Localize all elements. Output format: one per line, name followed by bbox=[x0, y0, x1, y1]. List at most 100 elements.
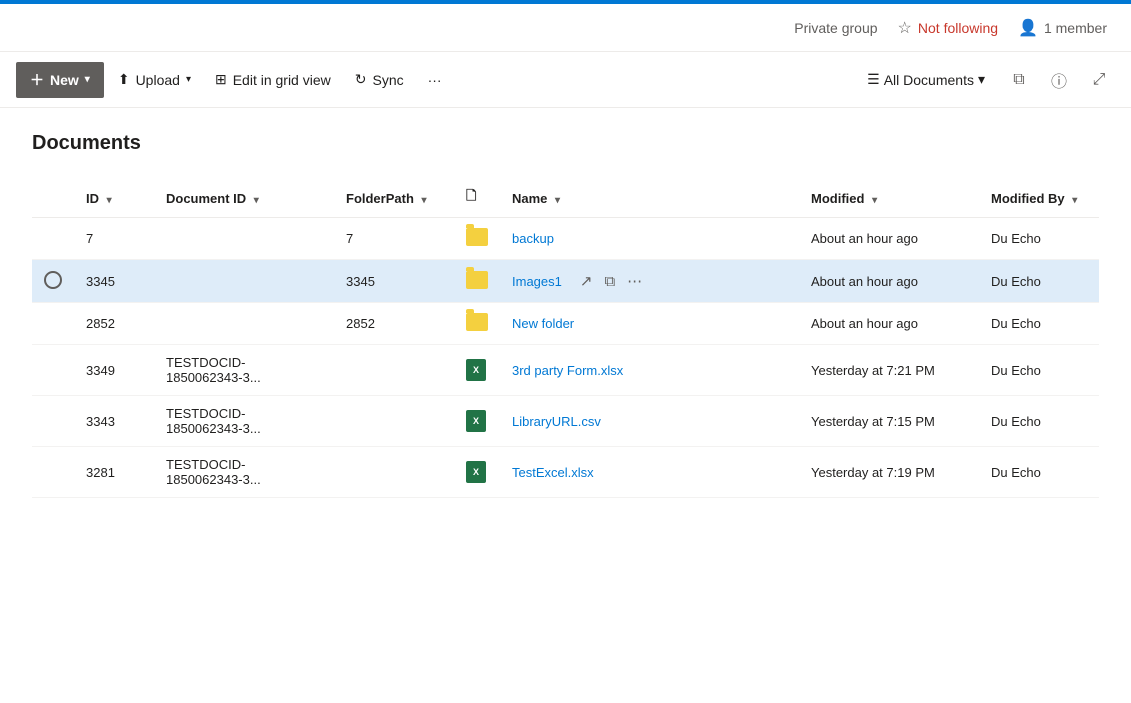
sync-button[interactable]: ↻ Sync bbox=[345, 65, 414, 94]
row-modified: Yesterday at 7:15 PM bbox=[799, 396, 979, 447]
not-following-button[interactable]: ☆ Not following bbox=[898, 18, 999, 38]
filter-button[interactable]: ⧉ bbox=[1003, 64, 1035, 96]
sync-icon: ↻ bbox=[355, 71, 367, 88]
col-name-header[interactable]: Name ▾ bbox=[500, 179, 799, 218]
more-actions-icon[interactable]: ⋯ bbox=[625, 270, 644, 292]
chevron-down-icon: ▾ bbox=[85, 74, 90, 85]
excel-icon: X bbox=[466, 410, 486, 432]
row-modifiedby: Du Echo bbox=[979, 303, 1099, 345]
row-file-icon-cell bbox=[454, 218, 500, 260]
row-id: 3281 bbox=[74, 447, 154, 498]
row-folderpath bbox=[334, 396, 454, 447]
info-button[interactable]: ⓘ bbox=[1043, 64, 1075, 96]
private-group-label: Private group bbox=[794, 20, 877, 36]
file-name-link[interactable]: backup bbox=[512, 231, 554, 246]
chevron-down-view-icon: ▾ bbox=[978, 71, 985, 88]
table-header-row: ID ▾ Document ID ▾ FolderPath ▾ 🗋 Name ▾ bbox=[32, 179, 1099, 218]
folderpath-sort-icon: ▾ bbox=[422, 195, 427, 206]
row-select-cell bbox=[32, 396, 74, 447]
page-title: Documents bbox=[32, 132, 1099, 155]
upload-label: Upload bbox=[136, 72, 180, 88]
more-button[interactable]: ··· bbox=[418, 66, 452, 94]
excel-icon: X bbox=[466, 461, 486, 483]
row-file-icon-cell: X bbox=[454, 396, 500, 447]
row-docid bbox=[154, 218, 334, 260]
name-cell: Images1 ↗ ⧉ ⋯ bbox=[512, 270, 787, 292]
row-modified: Yesterday at 7:21 PM bbox=[799, 345, 979, 396]
upload-button[interactable]: ⬆ Upload ▾ bbox=[108, 65, 201, 94]
col-docid-header[interactable]: Document ID ▾ bbox=[154, 179, 334, 218]
row-file-icon-cell: X bbox=[454, 345, 500, 396]
folder-icon bbox=[466, 271, 488, 289]
row-name: backup bbox=[500, 218, 799, 260]
table-row: 3343TESTDOCID-1850062343-3...XLibraryURL… bbox=[32, 396, 1099, 447]
expand-icon: ⤢ bbox=[1093, 71, 1106, 89]
row-select-cell bbox=[32, 218, 74, 260]
new-button[interactable]: ＋ New ▾ bbox=[16, 62, 104, 98]
row-select-cell bbox=[32, 447, 74, 498]
row-modified: About an hour ago bbox=[799, 303, 979, 345]
row-docid: TESTDOCID-1850062343-3... bbox=[154, 396, 334, 447]
share-icon[interactable]: ↗ bbox=[578, 270, 595, 292]
col-id-header[interactable]: ID ▾ bbox=[74, 179, 154, 218]
edit-grid-label: Edit in grid view bbox=[233, 72, 331, 88]
col-docid-label: Document ID bbox=[166, 191, 246, 206]
page-content: Documents ID ▾ Document ID ▾ FolderPath … bbox=[0, 108, 1131, 522]
col-icon-header: 🗋 bbox=[454, 179, 500, 218]
row-folderpath bbox=[334, 345, 454, 396]
expand-button[interactable]: ⤢ bbox=[1083, 64, 1115, 96]
col-modified-label: Modified bbox=[811, 191, 864, 206]
edit-grid-button[interactable]: ⊞ Edit in grid view bbox=[205, 65, 341, 94]
modified-sort-icon: ▾ bbox=[872, 195, 877, 206]
all-documents-button[interactable]: ☰ All Documents ▾ bbox=[857, 65, 995, 94]
id-sort-icon: ▾ bbox=[107, 195, 112, 206]
table-row: 2852 2852 New folder About an hour agoDu Ec… bbox=[32, 303, 1099, 345]
table-row: 33453345Images1↗⧉⋯About an hour agoDu Ec… bbox=[32, 260, 1099, 303]
folder-icon bbox=[466, 228, 488, 246]
row-modifiedby: Du Echo bbox=[979, 345, 1099, 396]
row-file-icon-cell: X bbox=[454, 447, 500, 498]
table-row: 3349TESTDOCID-1850062343-3...X3rd party … bbox=[32, 345, 1099, 396]
row-modifiedby: Du Echo bbox=[979, 447, 1099, 498]
col-modifiedby-header[interactable]: Modified By ▾ bbox=[979, 179, 1099, 218]
row-radio[interactable] bbox=[44, 271, 62, 289]
row-select-cell bbox=[32, 345, 74, 396]
grid-icon: ⊞ bbox=[215, 71, 227, 88]
row-docid bbox=[154, 260, 334, 303]
docid-sort-icon: ▾ bbox=[254, 195, 259, 206]
members-button[interactable]: 👤 1 member bbox=[1018, 18, 1107, 38]
file-name-link[interactable]: New folder bbox=[512, 316, 574, 331]
row-select-cell bbox=[32, 303, 74, 345]
file-name-link[interactable]: LibraryURL.csv bbox=[512, 414, 601, 429]
copy-link-icon[interactable]: ⧉ bbox=[602, 271, 617, 292]
row-folderpath bbox=[334, 447, 454, 498]
row-file-icon-cell bbox=[454, 260, 500, 303]
file-name-link[interactable]: TestExcel.xlsx bbox=[512, 465, 594, 480]
row-id: 2852 bbox=[74, 303, 154, 345]
row-modifiedby: Du Echo bbox=[979, 218, 1099, 260]
private-group: Private group bbox=[794, 20, 877, 36]
person-icon: 👤 bbox=[1018, 18, 1038, 38]
name-cell: backup bbox=[512, 231, 787, 246]
row-name: TestExcel.xlsx bbox=[500, 447, 799, 498]
command-bar: ＋ New ▾ ⬆ Upload ▾ ⊞ Edit in grid view ↻… bbox=[0, 52, 1131, 108]
col-select bbox=[32, 179, 74, 218]
not-following-label: Not following bbox=[918, 20, 998, 36]
list-icon: ☰ bbox=[867, 71, 880, 88]
modifiedby-sort-icon: ▾ bbox=[1072, 195, 1077, 206]
row-file-icon-cell bbox=[454, 303, 500, 345]
upload-icon: ⬆ bbox=[118, 71, 130, 88]
row-docid: TESTDOCID-1850062343-3... bbox=[154, 345, 334, 396]
file-col-icon: 🗋 bbox=[466, 188, 476, 203]
row-modified: Yesterday at 7:19 PM bbox=[799, 447, 979, 498]
name-cell: 3rd party Form.xlsx bbox=[512, 363, 787, 378]
row-docid bbox=[154, 303, 334, 345]
col-modified-header[interactable]: Modified ▾ bbox=[799, 179, 979, 218]
col-id-label: ID bbox=[86, 191, 99, 206]
file-name-link[interactable]: Images1 bbox=[512, 274, 562, 289]
row-folderpath: 2852 bbox=[334, 303, 454, 345]
row-folderpath: 3345 bbox=[334, 260, 454, 303]
file-name-link[interactable]: 3rd party Form.xlsx bbox=[512, 363, 623, 378]
name-cell: LibraryURL.csv bbox=[512, 414, 787, 429]
col-folderpath-header[interactable]: FolderPath ▾ bbox=[334, 179, 454, 218]
